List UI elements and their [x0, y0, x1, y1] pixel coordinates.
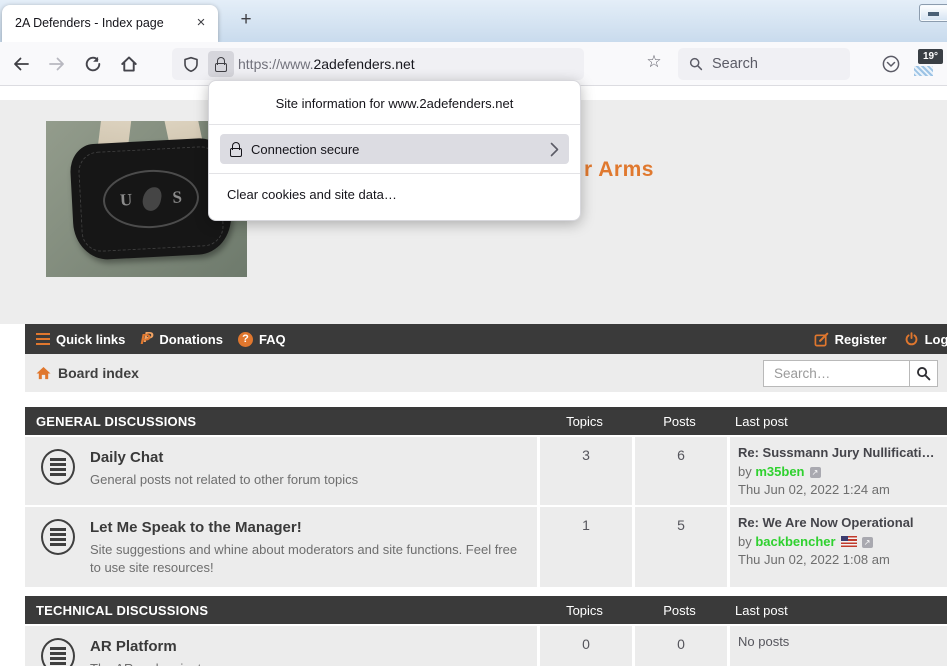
- topics-count: 3: [537, 437, 632, 505]
- browser-search-placeholder: Search: [712, 48, 758, 80]
- nav-donations[interactable]: PP Donations: [140, 331, 223, 347]
- forum-link[interactable]: AR Platform: [90, 638, 208, 655]
- column-last-post: Last post: [727, 414, 947, 429]
- weather-rain-hatch: [914, 66, 933, 76]
- section-header: GENERAL DISCUSSIONS Topics Posts Last po…: [25, 407, 947, 435]
- forum-search-input[interactable]: [764, 361, 909, 386]
- section-title[interactable]: TECHNICAL DISCUSSIONS: [25, 603, 537, 618]
- home-icon: [36, 366, 51, 381]
- weather-badge: 19°: [918, 49, 943, 64]
- forum-section-technical: TECHNICAL DISCUSSIONS Topics Posts Last …: [25, 596, 947, 666]
- lock-icon: [230, 142, 242, 157]
- browser-search-bar[interactable]: Search: [678, 48, 850, 80]
- column-last-post: Last post: [727, 603, 947, 618]
- forum-search-box: [763, 360, 938, 387]
- forum-link[interactable]: Let Me Speak to the Manager!: [90, 519, 527, 536]
- author-link[interactable]: backbencher: [755, 534, 835, 549]
- browser-tab[interactable]: 2A Defenders - Index page ×: [2, 5, 218, 42]
- forum-description: The AR and variants: [90, 660, 208, 666]
- last-post-link[interactable]: Re: Sussmann Jury Nullificati…: [738, 445, 947, 460]
- last-post-date: Thu Jun 02, 2022 1:24 am: [738, 482, 947, 497]
- url-bar[interactable]: https://www.2adefenders.net: [172, 48, 584, 80]
- last-post-cell: Re: Sussmann Jury Nullificati… by m35ben…: [727, 437, 947, 505]
- forum-row: Daily Chat General posts not related to …: [25, 437, 947, 505]
- nav-quick-links[interactable]: Quick links: [36, 332, 125, 347]
- column-posts: Posts: [632, 414, 727, 429]
- tab-title: 2A Defenders - Index page: [15, 5, 164, 42]
- browser-titlebar: 2A Defenders - Index page × +: [0, 0, 947, 42]
- chevron-right-icon: [550, 142, 559, 157]
- site-tagline-fragment: r Arms: [584, 158, 654, 182]
- minimize-icon: [928, 12, 939, 16]
- menu-icon: [36, 333, 50, 346]
- site-info-popup: Site information for www.2adefenders.net…: [208, 80, 581, 221]
- reload-icon[interactable]: [84, 55, 102, 73]
- posts-count: 0: [632, 626, 727, 666]
- paypal-icon: PP: [140, 331, 153, 347]
- author-link[interactable]: m35ben: [755, 464, 804, 479]
- register-icon: [814, 332, 829, 347]
- weather-extension-icon[interactable]: 19°: [914, 49, 943, 76]
- connection-secure-row[interactable]: Connection secure: [220, 134, 569, 164]
- clear-cookies-button[interactable]: Clear cookies and site data…: [209, 174, 580, 214]
- browser-window: 2A Defenders - Index page × + https://ww…: [0, 0, 947, 666]
- column-posts: Posts: [632, 603, 727, 618]
- home-icon[interactable]: [120, 55, 138, 73]
- breadcrumb-bar: Board index: [25, 354, 947, 392]
- goto-post-icon[interactable]: ↗: [862, 537, 873, 548]
- shield-icon[interactable]: [183, 56, 199, 73]
- question-icon: ?: [238, 332, 253, 347]
- back-icon[interactable]: [12, 55, 30, 73]
- goto-post-icon[interactable]: ↗: [810, 467, 821, 478]
- forward-icon[interactable]: [48, 55, 66, 73]
- section-title[interactable]: GENERAL DISCUSSIONS: [25, 414, 537, 429]
- power-icon: [904, 332, 919, 347]
- nav-faq[interactable]: ? FAQ: [238, 332, 286, 347]
- bookmark-star-icon[interactable]: ☆: [643, 52, 665, 72]
- popup-title: Site information for www.2adefenders.net: [209, 81, 580, 124]
- posts-count: 6: [632, 437, 727, 505]
- search-icon: [916, 366, 931, 381]
- section-header: TECHNICAL DISCUSSIONS Topics Posts Last …: [25, 596, 947, 624]
- forum-row: Let Me Speak to the Manager! Site sugges…: [25, 505, 947, 587]
- window-minimize-button[interactable]: [919, 4, 947, 22]
- nav-login[interactable]: Login: [904, 332, 947, 347]
- forum-search-button[interactable]: [909, 361, 937, 386]
- column-topics: Topics: [537, 414, 632, 429]
- forum-icon: [41, 449, 75, 485]
- forum-section-general: GENERAL DISCUSSIONS Topics Posts Last po…: [25, 407, 947, 587]
- tab-close-icon[interactable]: ×: [191, 13, 211, 33]
- last-post-date: Thu Jun 02, 2022 1:08 am: [738, 552, 947, 567]
- url-text[interactable]: https://www.2adefenders.net: [238, 48, 415, 80]
- pocket-icon[interactable]: [882, 55, 900, 73]
- breadcrumb-board-index[interactable]: Board index: [36, 365, 139, 381]
- nav-register[interactable]: Register: [814, 332, 887, 347]
- column-topics: Topics: [537, 603, 632, 618]
- us-flag-icon: [841, 536, 857, 547]
- last-post-link[interactable]: Re: We Are Now Operational: [738, 515, 947, 530]
- last-post-cell: No posts: [727, 626, 947, 666]
- new-tab-button[interactable]: +: [234, 8, 258, 32]
- forum-navbar: Quick links PP Donations ? FAQ Register: [25, 324, 947, 354]
- url-domain: 2adefenders.net: [313, 56, 414, 72]
- search-icon: [689, 57, 703, 71]
- eagle-emblem: [142, 186, 164, 213]
- forum-link[interactable]: Daily Chat: [90, 449, 358, 466]
- no-posts-label: No posts: [738, 634, 947, 649]
- topics-count: 0: [537, 626, 632, 666]
- forum-icon: [41, 638, 75, 666]
- last-post-cell: Re: We Are Now Operational by backbenche…: [727, 507, 947, 587]
- forum-row: AR Platform The AR and variants 0 0 No p…: [25, 626, 947, 666]
- url-protocol: https://www.: [238, 56, 313, 72]
- forum-description: General posts not related to other forum…: [90, 471, 358, 489]
- topics-count: 1: [537, 507, 632, 587]
- forum-icon: [41, 519, 75, 555]
- forum-description: Site suggestions and whine about moderat…: [90, 541, 527, 577]
- site-info-lock-button[interactable]: [208, 51, 234, 77]
- lock-icon: [215, 57, 227, 72]
- posts-count: 5: [632, 507, 727, 587]
